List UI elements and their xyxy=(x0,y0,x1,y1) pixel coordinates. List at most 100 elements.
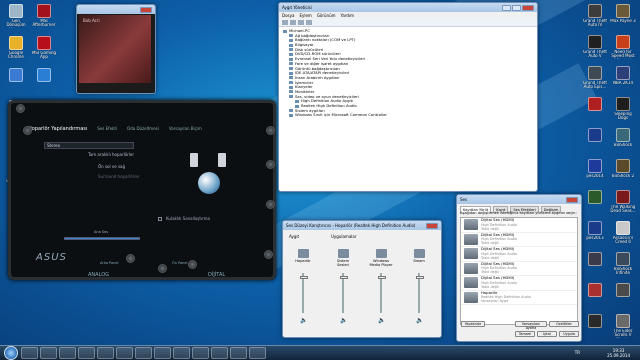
desktop-icon[interactable]: pes2014 xyxy=(582,159,608,187)
desktop-icon[interactable]: Grand Theft Auto V xyxy=(582,35,608,63)
taskbar-app-button[interactable] xyxy=(116,347,133,359)
asus-option-surround[interactable]: Surround hoparlörler xyxy=(98,174,140,179)
asus-tab-effects[interactable]: Ses Efekti xyxy=(97,126,117,132)
close-button[interactable] xyxy=(522,4,534,11)
speaker-icon[interactable]: 🔈 xyxy=(340,317,347,324)
forward-icon[interactable] xyxy=(290,20,296,25)
taskbar-app-button[interactable] xyxy=(154,347,171,359)
desktop-icon[interactable]: The Walking Dead Seas... xyxy=(610,190,636,218)
taskbar-ie-button[interactable] xyxy=(21,347,38,359)
playback-device[interactable]: Dijital Ses (HDMI) High Definition Audio T… xyxy=(461,261,577,276)
asus-tab-speaker-config[interactable]: Hoparlör Yapılandırması xyxy=(28,126,87,132)
start-button[interactable] xyxy=(4,346,18,360)
minimize-button[interactable] xyxy=(502,4,511,11)
desktop-icon[interactable]: Google Chrome xyxy=(3,36,29,64)
desktop-icon[interactable]: NBA 2K14 xyxy=(610,66,636,94)
desktop-icon[interactable] xyxy=(582,314,608,342)
desktop-icon[interactable]: BioShock Infinite xyxy=(610,252,636,280)
apply-button[interactable]: Uygula xyxy=(559,331,579,337)
speaker-icon[interactable]: 🔈 xyxy=(378,317,385,324)
channel-volume-slider[interactable] xyxy=(416,273,424,313)
desktop-icon[interactable] xyxy=(3,68,29,96)
asus-jack-button[interactable] xyxy=(158,264,167,273)
desktop-icon[interactable]: MSI Afterburner xyxy=(31,4,57,32)
asus-speaker-dropdown[interactable]: Stereo xyxy=(44,142,134,149)
desktop-icon[interactable] xyxy=(31,68,57,96)
speaker-icon[interactable]: 🔈 xyxy=(416,317,423,324)
playback-device[interactable]: Dijital Ses (HDMI) High Definition Audio T… xyxy=(461,275,577,291)
asus-side-button[interactable] xyxy=(266,200,275,209)
taskbar-media-button[interactable] xyxy=(59,347,76,359)
volume-mixer-window[interactable]: Ses Düzeyi Karıştırıcısı - Hoparlör (Rea… xyxy=(282,220,442,338)
playback-device-list[interactable]: Dijital Ses (HDMI) High Definition Audio T… xyxy=(460,217,578,325)
asus-tab-default[interactable]: Varsayılan Biçim xyxy=(169,126,202,132)
device-tree-item[interactable]: Windows Sınıfı için Microsoft Common Con… xyxy=(283,113,533,118)
taskbar-app-button[interactable] xyxy=(211,347,228,359)
asus-side-button[interactable] xyxy=(23,126,32,135)
desktop-icon[interactable] xyxy=(582,97,608,125)
language-indicator[interactable]: TR xyxy=(575,350,580,355)
menu-file[interactable]: Dosya xyxy=(282,13,294,18)
close-button[interactable] xyxy=(566,196,578,203)
device-manager-window[interactable]: Aygıt Yöneticisi Dosya Eylem Görünüm Yar… xyxy=(278,2,538,192)
taskbar-app-button[interactable] xyxy=(230,347,247,359)
channel-volume-slider[interactable] xyxy=(378,273,386,313)
desktop-icon[interactable]: pes2013 xyxy=(582,221,608,249)
back-icon[interactable] xyxy=(282,20,288,25)
desktop-icon[interactable]: Sleeping Dogs xyxy=(610,97,636,125)
desktop-icon[interactable]: Need for Speed Most Wanted xyxy=(610,35,636,63)
asus-virtual-checkbox[interactable] xyxy=(158,217,162,221)
desktop-icon[interactable]: Assassin's Creed II xyxy=(610,221,636,249)
sound-dialog[interactable]: Ses Kayıttan Yürüt Kayıt Ses Efektleri D… xyxy=(456,194,582,342)
player-titlebar[interactable] xyxy=(77,5,155,14)
slider-thumb[interactable] xyxy=(300,276,308,279)
asus-main-volume-slider[interactable] xyxy=(64,237,140,240)
taskbar-app-button[interactable] xyxy=(249,347,266,359)
help-icon[interactable] xyxy=(306,20,312,25)
properties-icon[interactable] xyxy=(298,20,304,25)
taskbar-app-button[interactable] xyxy=(192,347,209,359)
asus-option-full-range[interactable]: Tam aralıklı hoparlörler xyxy=(88,152,134,157)
desktop-icon[interactable] xyxy=(582,128,608,156)
channel-volume-slider[interactable] xyxy=(300,273,308,313)
asus-tab-room[interactable]: Oda Düzeltmesi xyxy=(127,126,159,132)
playback-device[interactable]: Hoparlör Realtek High Definition Audio Var… xyxy=(461,290,577,305)
playback-device[interactable]: Dijital Ses (HDMI) High Definition Audio T… xyxy=(461,246,577,262)
taskbar-app-button[interactable] xyxy=(173,347,190,359)
media-player-window[interactable]: Bob Acri xyxy=(76,4,156,94)
slider-thumb[interactable] xyxy=(340,276,348,279)
asus-side-button[interactable] xyxy=(266,160,275,169)
mixer-titlebar[interactable]: Ses Düzeyi Karıştırıcısı - Hoparlör (Rea… xyxy=(283,221,441,230)
taskbar-explorer-button[interactable] xyxy=(40,347,57,359)
asus-audio-window[interactable]: Hoparlör Yapılandırması Ses Efekti Oda D… xyxy=(8,100,276,280)
asus-side-button[interactable] xyxy=(16,104,25,113)
asus-jack-button[interactable] xyxy=(188,260,197,269)
menu-view[interactable]: Görünüm xyxy=(317,13,336,18)
ok-button[interactable]: Tamam xyxy=(515,331,535,337)
asus-side-button[interactable] xyxy=(264,250,273,259)
playback-device[interactable]: Dijital Ses (HDMI) High Definition Audio T… xyxy=(461,232,577,247)
desktop-icon[interactable]: Grand Theft Auto IV xyxy=(582,4,608,32)
desktop-icon[interactable]: Grand Theft Auto Epis... xyxy=(582,66,608,94)
cancel-button[interactable]: İptal xyxy=(537,331,557,337)
maximize-button[interactable] xyxy=(512,4,521,11)
configure-button[interactable]: Yapılandır xyxy=(461,321,485,327)
channel-volume-slider[interactable] xyxy=(340,273,348,313)
taskbar-chrome-button[interactable] xyxy=(78,347,95,359)
devmgr-titlebar[interactable]: Aygıt Yöneticisi xyxy=(279,3,537,12)
desktop-icon[interactable]: Geri Dönüşüm Kutusu xyxy=(3,4,29,32)
desktop-icon[interactable] xyxy=(582,190,608,218)
clock[interactable]: 19:33 25.09.2014 xyxy=(607,348,630,358)
playback-device[interactable]: Dijital Ses (HDMI) High Definition Audio T… xyxy=(461,217,577,233)
desktop-icon[interactable]: BioShock xyxy=(610,128,636,156)
device-tree[interactable]: Michael-PC Ağ bağdaştırıcıları Bağlantı no… xyxy=(279,27,537,120)
asus-option-front[interactable]: Ön sol ve sağ xyxy=(98,164,125,169)
desktop-icon[interactable]: BioShock 2 xyxy=(610,159,636,187)
desktop-icon[interactable]: MSI Gaming App xyxy=(31,36,57,64)
desktop-icon[interactable] xyxy=(582,283,608,311)
menu-action[interactable]: Eylem xyxy=(299,13,311,18)
menu-help[interactable]: Yardım xyxy=(341,13,354,18)
desktop-icon[interactable]: Max Payne 3 xyxy=(610,4,636,32)
set-default-button[interactable]: Varsayılanı Ayarla xyxy=(515,321,547,330)
desktop-icon[interactable] xyxy=(582,252,608,280)
